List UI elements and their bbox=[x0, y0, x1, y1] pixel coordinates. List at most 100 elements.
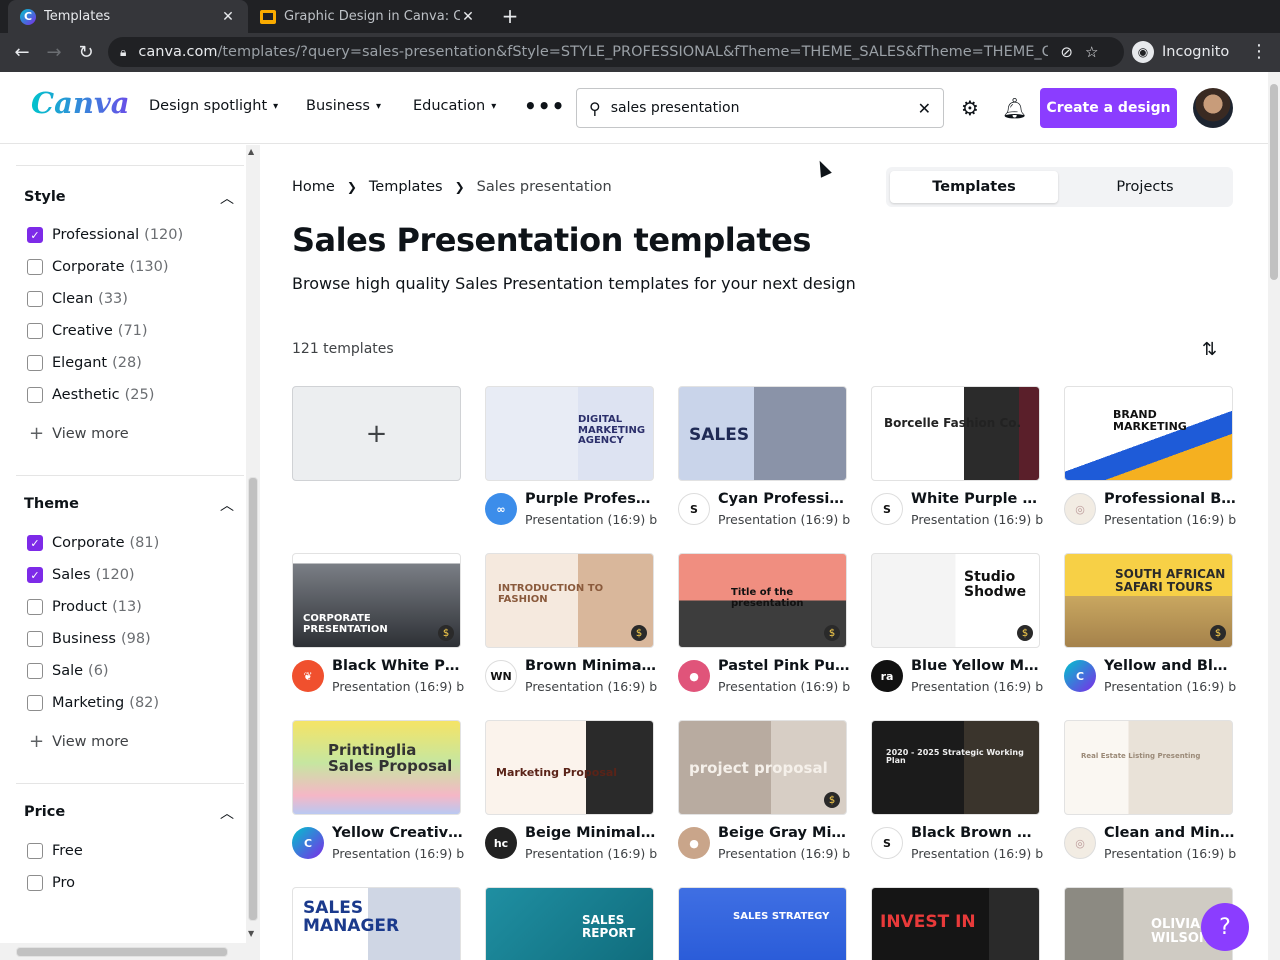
creator-avatar[interactable]: ● bbox=[678, 660, 710, 692]
theme-view-more[interactable]: + View more bbox=[29, 731, 129, 752]
filter-option-theme[interactable]: Marketing (82) bbox=[27, 695, 159, 711]
template-name[interactable]: White Purple Pro... bbox=[911, 491, 1043, 507]
creator-avatar[interactable]: S bbox=[871, 827, 903, 859]
scrollbar-thumb[interactable] bbox=[1270, 84, 1278, 280]
creator-avatar[interactable]: ◎ bbox=[1064, 493, 1096, 525]
template-name[interactable]: Black White Prof... bbox=[332, 658, 464, 674]
browser-tab-templates[interactable]: C Templates ✕ bbox=[8, 0, 248, 33]
template-name[interactable]: Beige Gray Mini... bbox=[718, 825, 850, 841]
style-view-more[interactable]: + View more bbox=[29, 423, 129, 444]
template-name[interactable]: Clean and Minim... bbox=[1104, 825, 1236, 841]
search-input[interactable] bbox=[610, 100, 918, 116]
checkbox[interactable]: ✓ bbox=[27, 535, 43, 551]
template-thumbnail[interactable]: Marketing Proposal bbox=[485, 720, 654, 815]
chevron-up-icon[interactable]: ︿ bbox=[220, 803, 234, 823]
template-thumbnail[interactable]: SALES MANAGER bbox=[292, 887, 461, 960]
creator-avatar[interactable]: ∞ bbox=[485, 493, 517, 525]
back-arrow-icon[interactable]: ← bbox=[6, 37, 38, 69]
scroll-up-icon[interactable]: ▲ bbox=[248, 147, 254, 156]
page-scrollbar[interactable] bbox=[1268, 72, 1280, 960]
creator-avatar[interactable]: WN bbox=[485, 660, 517, 692]
notification-bell-icon[interactable]: 🔔︎ bbox=[1002, 96, 1027, 120]
template-thumbnail[interactable]: BRAND MARKETING bbox=[1064, 386, 1233, 481]
sidebar-scrollbar[interactable]: ▲ ▼ bbox=[246, 145, 260, 960]
star-icon[interactable]: ☆ bbox=[1085, 43, 1098, 61]
template-thumbnail[interactable]: CORPORATE PRESENTATION $ bbox=[292, 553, 461, 648]
create-design-button[interactable]: Create a design bbox=[1040, 88, 1177, 128]
template-name[interactable]: Yellow and Black ... bbox=[1104, 658, 1236, 674]
browser-tab-graphic-design[interactable]: Graphic Design in Canva: C ✕ bbox=[250, 0, 486, 33]
close-tab-icon[interactable]: ✕ bbox=[460, 9, 476, 25]
creator-avatar[interactable]: ra bbox=[871, 660, 903, 692]
template-thumbnail[interactable]: Studio Shodwe $ bbox=[871, 553, 1040, 648]
checkbox[interactable] bbox=[27, 663, 43, 679]
template-name[interactable]: Brown Minimalis... bbox=[525, 658, 657, 674]
checkbox[interactable] bbox=[27, 323, 43, 339]
search-box[interactable]: ⚲ ✕ bbox=[576, 88, 944, 128]
template-thumbnail[interactable]: SALES REPORT bbox=[485, 887, 654, 960]
creator-avatar[interactable]: ● bbox=[678, 827, 710, 859]
checkbox[interactable] bbox=[27, 259, 43, 275]
template-name[interactable]: Cyan Professiona... bbox=[718, 491, 850, 507]
close-tab-icon[interactable]: ✕ bbox=[220, 9, 236, 25]
template-thumbnail[interactable]: Real Estate Listing Presenting bbox=[1064, 720, 1233, 815]
tab-templates[interactable]: Templates bbox=[890, 171, 1058, 203]
template-thumbnail[interactable]: INVEST IN bbox=[871, 887, 1040, 960]
creator-avatar[interactable]: C bbox=[1064, 660, 1096, 692]
browser-menu-icon[interactable]: ⋮ bbox=[1250, 41, 1268, 62]
template-name[interactable]: Pastel Pink Purpl... bbox=[718, 658, 850, 674]
nav-business[interactable]: Business ▾ bbox=[306, 98, 381, 114]
reload-icon[interactable]: ↻ bbox=[70, 37, 102, 69]
checkbox[interactable] bbox=[27, 291, 43, 307]
checkbox[interactable] bbox=[27, 695, 43, 711]
eye-off-icon[interactable]: ⊘ bbox=[1060, 43, 1073, 61]
tab-projects[interactable]: Projects bbox=[1061, 171, 1229, 203]
clear-search-icon[interactable]: ✕ bbox=[918, 99, 931, 118]
filter-option-theme[interactable]: Business (98) bbox=[27, 631, 151, 647]
settings-gear-icon[interactable]: ⚙ bbox=[961, 96, 979, 120]
checkbox[interactable]: ✓ bbox=[27, 227, 43, 243]
breadcrumb-templates[interactable]: Templates bbox=[369, 179, 443, 195]
create-blank-button[interactable]: + bbox=[292, 386, 461, 481]
template-thumbnail[interactable]: Printinglia Sales Proposal bbox=[292, 720, 461, 815]
creator-avatar[interactable]: hc bbox=[485, 827, 517, 859]
breadcrumb-home[interactable]: Home bbox=[292, 179, 335, 195]
checkbox[interactable] bbox=[27, 631, 43, 647]
nav-design-spotlight[interactable]: Design spotlight ▾ bbox=[149, 98, 278, 114]
template-name[interactable]: Professional Bra... bbox=[1104, 491, 1236, 507]
filter-option-theme[interactable]: ✓ Sales (120) bbox=[27, 567, 135, 583]
template-thumbnail[interactable]: INTRODUCTION TO FASHION $ bbox=[485, 553, 654, 648]
sort-icon[interactable]: ⇅ bbox=[1202, 339, 1217, 360]
filter-option-style[interactable]: Aesthetic (25) bbox=[27, 387, 154, 403]
sidebar-horizontal-scrollbar[interactable] bbox=[0, 943, 246, 960]
filter-option-style[interactable]: Creative (71) bbox=[27, 323, 148, 339]
template-name[interactable]: Black Brown Mini... bbox=[911, 825, 1043, 841]
creator-avatar[interactable]: S bbox=[871, 493, 903, 525]
address-bar[interactable]: 🔒︎ canva.com/templates/?query=sales-pres… bbox=[108, 37, 1124, 67]
filter-option-style[interactable]: Corporate (130) bbox=[27, 259, 169, 275]
scrollbar-thumb[interactable] bbox=[248, 477, 258, 921]
chevron-up-icon[interactable]: ︿ bbox=[220, 495, 234, 515]
checkbox[interactable] bbox=[27, 875, 43, 891]
canva-logo[interactable]: Canva bbox=[31, 86, 130, 120]
filter-option-price[interactable]: Pro bbox=[27, 875, 75, 891]
creator-avatar[interactable]: C bbox=[292, 827, 324, 859]
scrollbar-thumb[interactable] bbox=[16, 947, 228, 957]
filter-option-style[interactable]: ✓ Professional (120) bbox=[27, 227, 183, 243]
help-button[interactable]: ? bbox=[1201, 903, 1249, 951]
template-thumbnail[interactable]: SALES bbox=[678, 386, 847, 481]
checkbox[interactable]: ✓ bbox=[27, 567, 43, 583]
template-name[interactable]: Blue Yellow Mini... bbox=[911, 658, 1043, 674]
scroll-down-icon[interactable]: ▼ bbox=[248, 929, 254, 938]
template-thumbnail[interactable]: SALES STRATEGY bbox=[678, 887, 847, 960]
checkbox[interactable] bbox=[27, 599, 43, 615]
filter-option-style[interactable]: Clean (33) bbox=[27, 291, 128, 307]
filter-option-theme[interactable]: ✓ Corporate (81) bbox=[27, 535, 159, 551]
new-tab-button[interactable]: + bbox=[498, 4, 522, 28]
checkbox[interactable] bbox=[27, 387, 43, 403]
nav-education[interactable]: Education ▾ bbox=[413, 98, 496, 114]
incognito-indicator[interactable]: ◉ Incognito bbox=[1132, 39, 1229, 65]
chevron-up-icon[interactable]: ︿ bbox=[220, 188, 234, 208]
user-avatar[interactable] bbox=[1193, 88, 1233, 128]
creator-avatar[interactable]: S bbox=[678, 493, 710, 525]
